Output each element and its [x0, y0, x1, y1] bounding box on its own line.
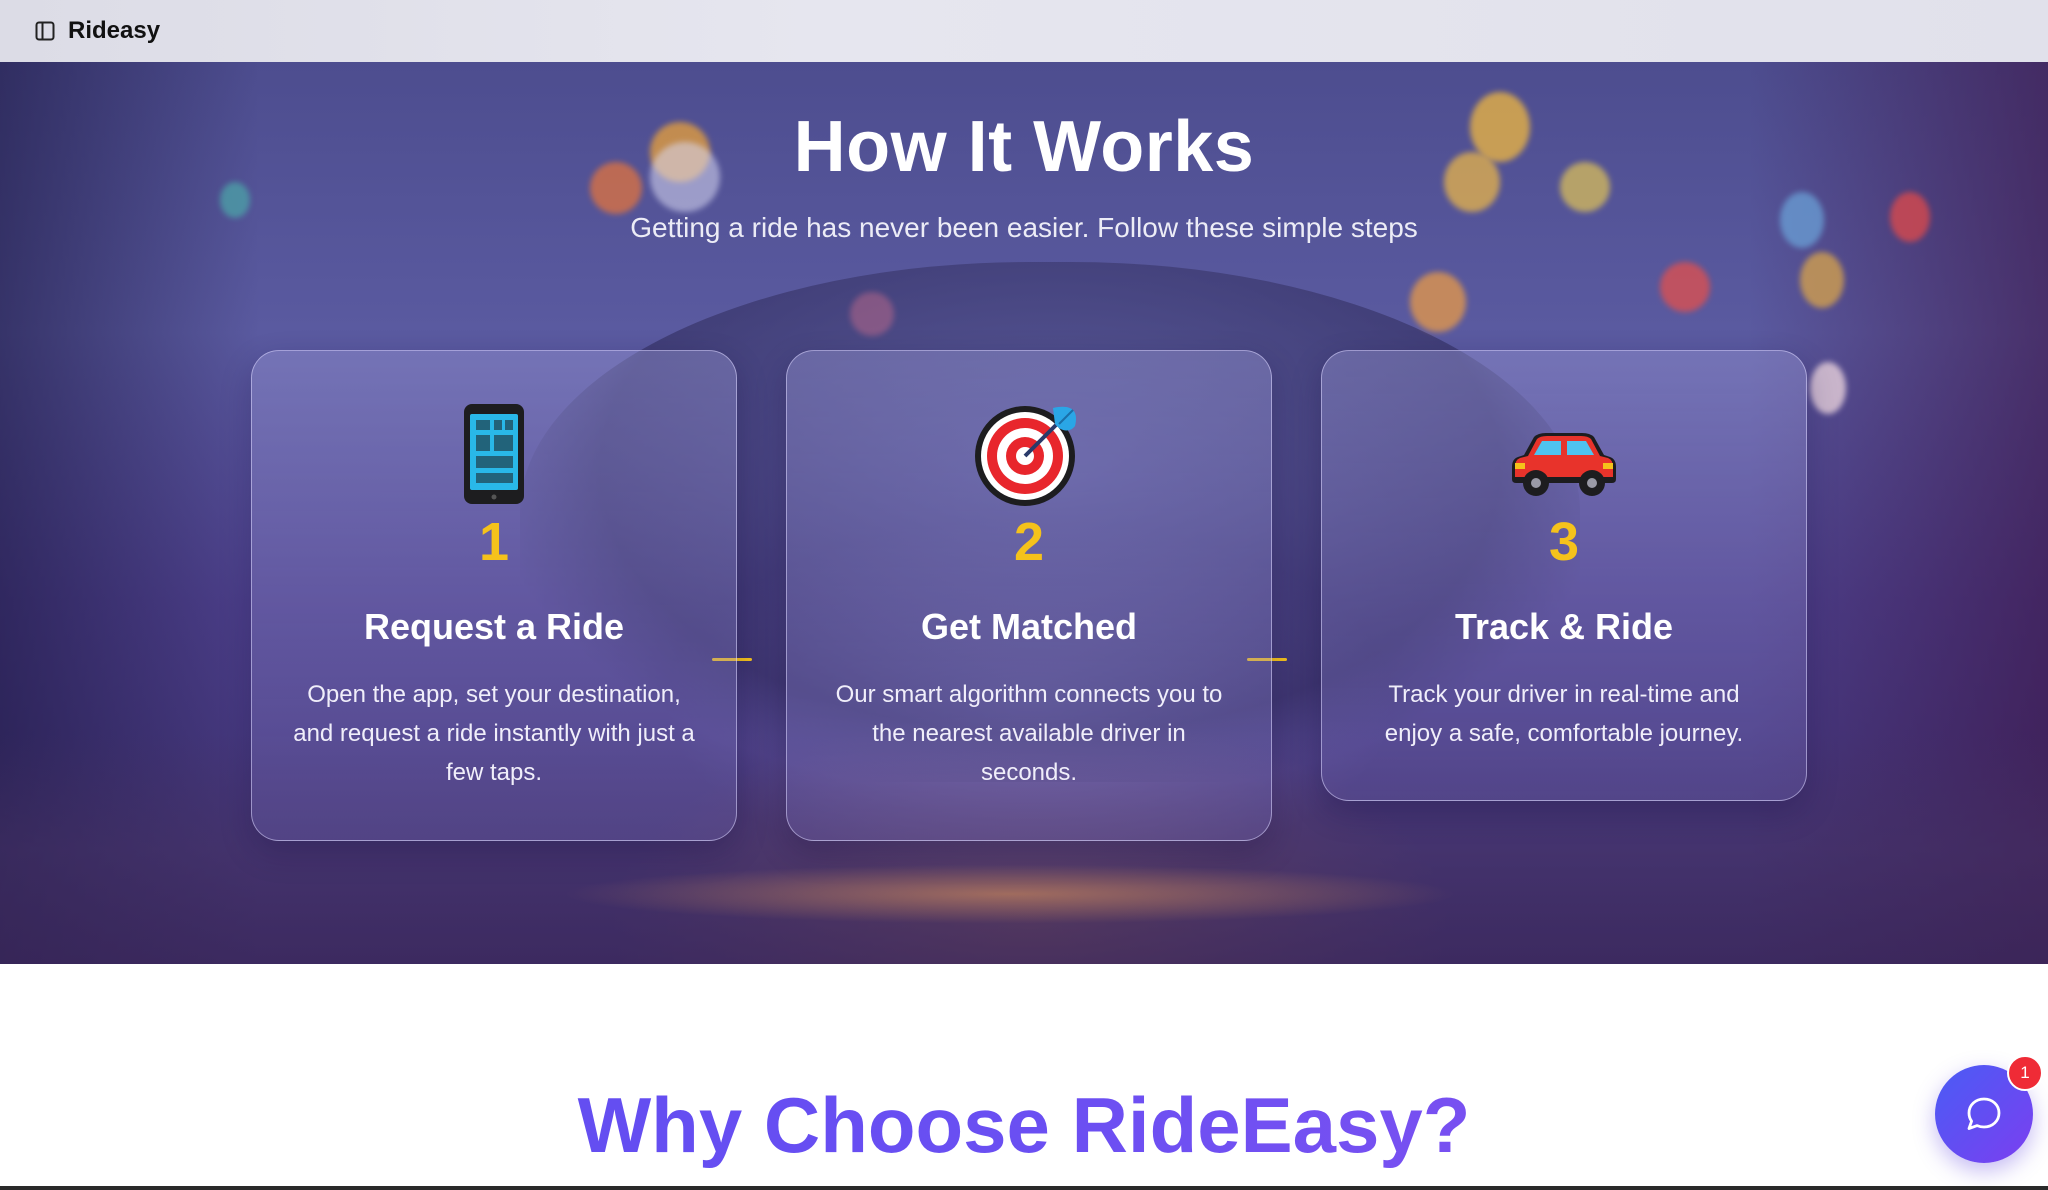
background-bokeh — [1800, 252, 1844, 308]
step-card-track: 3 Track & Ride Track your driver in real… — [1321, 350, 1807, 801]
step-card-matched: 2 Get Matched Our smart algorithm connec… — [786, 350, 1272, 841]
chat-bubble-icon — [1964, 1094, 2004, 1134]
step-description: Open the app, set your destination, and … — [293, 681, 695, 786]
step-description: Our smart algorithm connects you to the … — [835, 681, 1223, 786]
background-bokeh — [1660, 262, 1710, 312]
section-subtitle: Getting a ride has never been easier. Fo… — [630, 212, 1418, 243]
step-card-request: 1 Request a Ride Open the app, set your … — [251, 350, 737, 841]
section-title: How It Works — [793, 107, 1255, 187]
background-bokeh — [850, 292, 894, 336]
step-title: Request a Ride — [363, 606, 625, 647]
step-description: Track your driver in real-time and enjoy… — [1384, 681, 1744, 747]
step-title: Track & Ride — [1454, 606, 1674, 647]
background-road-glow — [560, 864, 1460, 924]
bottom-divider — [0, 1186, 2048, 1190]
how-it-works-section: How It Works Getting a ride has never be… — [0, 62, 2048, 964]
notification-badge: 1 — [2007, 1055, 2043, 1091]
step-title: Get Matched — [920, 606, 1138, 647]
background-bokeh — [1410, 272, 1466, 332]
background-bokeh — [1810, 362, 1846, 414]
step-number: 1 — [478, 512, 510, 572]
mobile-phone-icon — [439, 399, 549, 509]
top-bar: Rideasy — [0, 0, 2048, 62]
step-number: 2 — [1013, 512, 1045, 572]
brand-name[interactable]: Rideasy — [68, 17, 160, 45]
step-number: 3 — [1548, 512, 1580, 572]
target-icon — [974, 399, 1084, 509]
car-icon — [1509, 409, 1619, 519]
sidebar-panel-icon[interactable] — [34, 20, 56, 42]
why-choose-title: Why Choose RideEasy? — [0, 1080, 2048, 1180]
